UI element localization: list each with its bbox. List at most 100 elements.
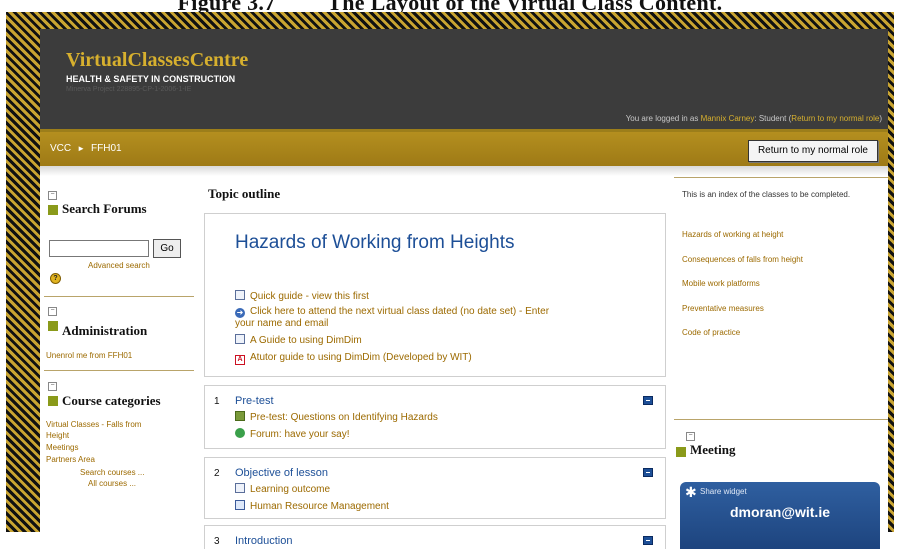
resource-link[interactable]: ➜ Click here to attend the next virtual c… [235, 306, 549, 318]
quiz-icon [235, 411, 245, 421]
unenrol-link[interactable]: Unenrol me from FFH01 [46, 351, 132, 360]
page-icon [235, 290, 245, 300]
course-categories-title: Course categories [62, 393, 161, 408]
activity-link[interactable]: Human Resource Management [235, 500, 389, 512]
resource-link[interactable]: A Guide to using DimDim [235, 334, 362, 346]
topic-section: 3 Introduction [204, 525, 666, 549]
activity-link[interactable]: Learning outcome [235, 483, 330, 495]
collapse-toggle-icon[interactable]: − [686, 432, 695, 441]
section-title[interactable]: Pre-test [235, 395, 274, 407]
forum-icon [235, 428, 245, 438]
collapse-section-icon[interactable] [643, 536, 653, 545]
course-content: Topic outline Hazards of Working from He… [204, 177, 666, 549]
go-icon: ➜ [235, 308, 245, 318]
class-index-link[interactable]: Preventative measures [682, 304, 764, 313]
project-line: Minerva Project 228895-CP-1-2006-1-IE [66, 86, 192, 93]
collapse-toggle-icon[interactable]: − [48, 191, 57, 200]
advanced-search-link[interactable]: Advanced search [88, 261, 150, 270]
share-widget-label: Share widget [700, 487, 747, 496]
widget-email: dmoran@wit.ie [730, 504, 830, 520]
activity-label: Learning outcome [250, 484, 331, 495]
category-link[interactable]: Virtual Classes - Falls from [46, 420, 141, 429]
course-categories-block: − Course categories Virtual Classes - Fa… [40, 382, 196, 542]
all-courses-link[interactable]: All courses ... [88, 479, 136, 488]
nav-shadow [40, 166, 888, 176]
category-link[interactable]: Meetings [46, 443, 78, 452]
striped-frame: VirtualClassesCentre HEALTH & SAFETY IN … [6, 12, 894, 549]
resource-label: A Guide to using DimDim [250, 335, 362, 346]
block-bullet-icon [48, 396, 58, 406]
section-title[interactable]: Objective of lesson [235, 467, 328, 479]
activity-link[interactable]: Pre-test: Questions on Identifying Hazar… [235, 411, 438, 423]
return-normal-role-button[interactable]: Return to my normal role [747, 140, 878, 162]
administration-block: − Administration Unenrol me from FFH01 [40, 307, 196, 377]
share-widget[interactable]: ✱ Share widget dmoran@wit.ie [680, 482, 880, 549]
section-number: 2 [214, 468, 220, 479]
administration-title: Administration [62, 323, 148, 338]
section-number: 1 [214, 396, 220, 407]
right-column: This is an index of the classes to be co… [674, 177, 888, 549]
search-forums-block: − Search Forums Go Advanced search ? [40, 191, 196, 301]
login-user-link[interactable]: Mannix Carney [701, 114, 755, 123]
collapse-section-icon[interactable] [643, 468, 653, 477]
category-link[interactable]: Partners Area [46, 455, 95, 464]
site-header: VirtualClassesCentre HEALTH & SAFETY IN … [40, 29, 888, 132]
block-divider [44, 296, 194, 297]
block-bullet-icon [48, 321, 58, 331]
activity-link[interactable]: Forum: have your say! [235, 428, 349, 440]
login-prefix: You are logged in as [625, 114, 701, 123]
moodle-page: VirtualClassesCentre HEALTH & SAFETY IN … [40, 29, 888, 549]
block-divider [674, 177, 888, 178]
resource-link-continuation[interactable]: your name and email [235, 318, 328, 329]
pdf-icon: A [235, 355, 245, 365]
site-title[interactable]: VirtualClassesCentre [66, 49, 248, 72]
page-icon [235, 334, 245, 344]
course-summary-title: Hazards of Working from Heights [235, 232, 515, 253]
resource-label: your name and email [235, 318, 329, 329]
activity-label: Pre-test: Questions on Identifying Hazar… [250, 412, 438, 423]
block-bullet-icon [48, 205, 58, 215]
resource-label: Atutor guide to using DimDim (Developed … [250, 352, 472, 363]
index-intro: This is an index of the classes to be co… [682, 190, 851, 199]
section-number: 3 [214, 536, 220, 547]
class-index-link[interactable]: Hazards of working at height [682, 230, 783, 239]
collapse-toggle-icon[interactable]: − [48, 382, 57, 391]
block-bullet-icon [676, 447, 686, 457]
class-index-link[interactable]: Consequences of falls from height [682, 255, 803, 264]
collapse-toggle-icon[interactable]: − [48, 307, 57, 316]
meeting-title: Meeting [690, 442, 736, 457]
help-icon[interactable]: ? [50, 273, 61, 284]
return-role-link[interactable]: Return to my normal role [791, 114, 879, 123]
page-icon [235, 483, 245, 493]
course-summary-section: Hazards of Working from Heights Quick gu… [204, 213, 666, 377]
activity-label: Human Resource Management [250, 501, 389, 512]
activity-label: Forum: have your say! [250, 429, 350, 440]
topic-section: 2 Objective of lesson Learning outcome H… [204, 457, 666, 519]
search-forums-title: Search Forums [62, 201, 147, 216]
resource-label: Quick guide - view this first [250, 291, 369, 302]
block-divider [44, 370, 194, 371]
category-link[interactable]: Height [46, 431, 69, 440]
folder-icon [235, 500, 245, 510]
resource-label: Click here to attend the next virtual cl… [250, 306, 550, 317]
topic-section: 1 Pre-test Pre-test: Questions on Identi… [204, 385, 666, 449]
breadcrumb: VCC ► FFH01 [50, 143, 122, 154]
go-button[interactable]: Go [153, 239, 181, 258]
login-suffix: ) [879, 114, 882, 123]
login-role: : Student ( [754, 114, 792, 123]
class-index-link[interactable]: Code of practice [682, 328, 740, 337]
collapse-section-icon[interactable] [643, 396, 653, 405]
section-title[interactable]: Introduction [235, 535, 292, 547]
figure-caption: Figure 3.7 The Layout of the Virtual Cla… [177, 0, 723, 15]
breadcrumb-home[interactable]: VCC [50, 143, 71, 154]
resource-link[interactable]: Quick guide - view this first [235, 290, 369, 302]
left-column: − Search Forums Go Advanced search ? − A… [40, 177, 196, 549]
star-icon: ✱ [685, 484, 697, 500]
forum-search-input[interactable] [49, 240, 149, 257]
search-courses-link[interactable]: Search courses ... [80, 468, 144, 477]
class-index-link[interactable]: Mobile work platforms [682, 279, 760, 288]
navigation-bar: VCC ► FFH01 Return to my normal role [40, 132, 888, 166]
site-subtitle: HEALTH & SAFETY IN CONSTRUCTION [66, 74, 236, 84]
resource-link[interactable]: A Atutor guide to using DimDim (Developed… [235, 352, 472, 365]
topic-outline-heading: Topic outline [208, 186, 281, 201]
